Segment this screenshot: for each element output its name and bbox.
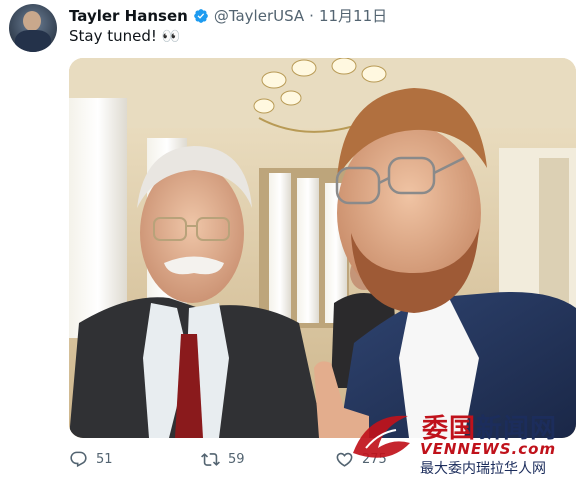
- tweet-header: Tayler Hansen @TaylerUSA · 11月11日: [69, 5, 387, 26]
- reply-action[interactable]: 51: [69, 450, 113, 469]
- retweet-count: 59: [228, 452, 245, 467]
- tweet-date[interactable]: 11月11日: [319, 5, 387, 26]
- tweet-photo[interactable]: [69, 58, 576, 438]
- reply-count: 51: [96, 452, 113, 467]
- watermark-logo-icon: [353, 415, 410, 458]
- watermark-url: VENNEWS.com: [420, 440, 557, 458]
- author-handle[interactable]: @TaylerUSA: [214, 7, 304, 25]
- avatar-body-shape: [15, 30, 51, 52]
- retweet-icon: [201, 453, 220, 466]
- tweet-text-body: Stay tuned!: [69, 27, 157, 45]
- separator-dot: ·: [309, 6, 314, 25]
- avatar-head-shape: [23, 11, 41, 31]
- watermark-subtitle: 最大委内瑞拉华人网: [420, 461, 546, 477]
- reply-icon: [70, 451, 87, 468]
- verified-badge-icon: [193, 8, 208, 23]
- photo-illustration: [69, 58, 576, 438]
- eyes-emoji: 👀: [161, 27, 181, 45]
- tweet-text: Stay tuned! 👀: [69, 27, 181, 45]
- author-avatar[interactable]: [9, 4, 57, 52]
- author-name[interactable]: Tayler Hansen: [69, 7, 188, 25]
- retweet-action[interactable]: 59: [201, 450, 245, 469]
